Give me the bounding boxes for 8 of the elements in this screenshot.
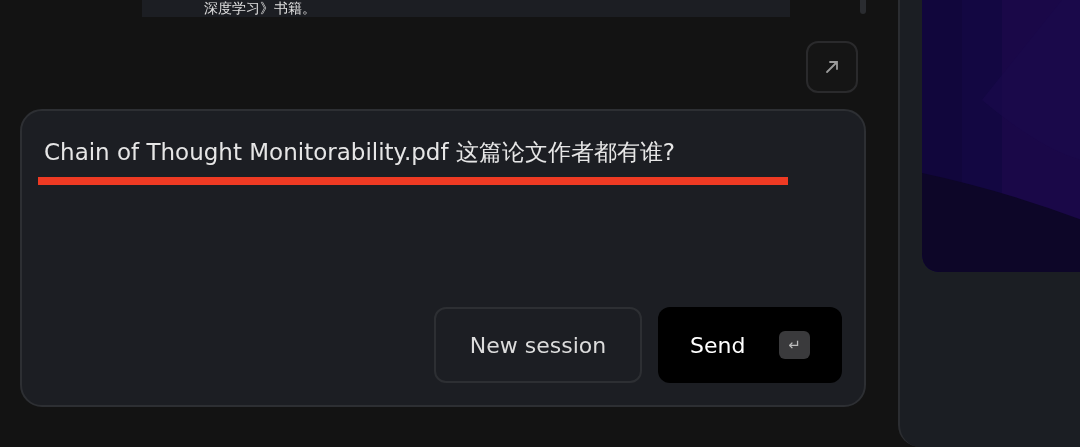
new-session-button[interactable]: New session <box>434 307 642 383</box>
arrow-icon <box>823 58 841 76</box>
enter-key-hint: ↵ <box>779 331 810 359</box>
scrollbar-thumb <box>860 0 866 14</box>
expand-button[interactable] <box>806 41 858 93</box>
send-button[interactable]: Send ↵ <box>658 307 842 383</box>
message-text: 深度学习》书籍。 <box>204 0 317 17</box>
message-input[interactable]: Chain of Thought Monitorability.pdf 这篇论文作者都有谁? <box>44 135 804 169</box>
